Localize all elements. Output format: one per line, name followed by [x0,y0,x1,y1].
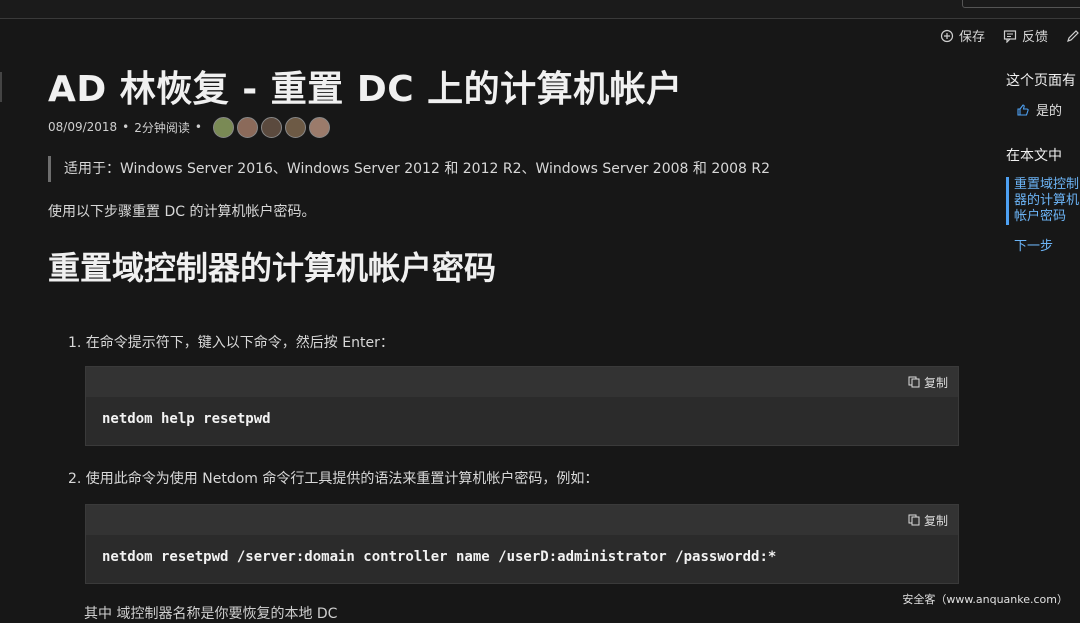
step-1-text: 1. 在命令提示符下，键入以下命令，然后按 Enter： [68,335,394,351]
avatar[interactable] [284,116,306,138]
article-date: 08/09/2018 [48,120,118,134]
avatar[interactable] [212,116,234,138]
code-block-2: 复制 netdom resetpwd /server:domain contro… [85,504,959,584]
code-block-1: 复制 netdom help resetpwd [85,366,959,446]
thumbs-up-icon [1017,103,1029,116]
toc-heading: 在本文中 [1006,148,1062,164]
add-circle-icon [940,29,954,42]
feedback-label: 反馈 [1021,30,1048,45]
copy-button[interactable]: 复制 [908,512,948,529]
code-header: 复制 [86,367,958,397]
toc-item-reset[interactable]: 重置域控制器的计算机帐户密码 [1006,177,1080,225]
search-field[interactable] [962,0,1080,8]
code-text[interactable]: netdom help resetpwd [86,397,958,445]
save-button[interactable]: 保存 [940,26,985,45]
top-bar [0,0,1080,19]
meta-separator: • [122,120,130,134]
section-heading: 重置域控制器的计算机帐户密码 [48,249,497,287]
feedback-question: 这个页面有 [1006,73,1076,89]
copy-icon [908,514,920,526]
copy-label: 复制 [923,375,948,390]
yes-button[interactable]: 是的 [1006,100,1080,119]
left-edge-marker [0,72,2,102]
avatar[interactable] [260,116,282,138]
copy-button[interactable]: 复制 [908,374,948,391]
code-text[interactable]: netdom resetpwd /server:domain controlle… [86,535,958,583]
cut-off-text: 其中 域控制器名称是你要恢复的本地 DC [84,606,338,622]
feedback-icon [1003,29,1017,43]
edit-button[interactable] [1066,26,1080,45]
article-meta: 08/09/2018 • 2分钟阅读 • [48,116,960,138]
applies-to-note: 适用于：Windows Server 2016、Windows Server 2… [48,156,960,182]
right-sidebar: 这个页面有 是的 在本文中 重置域控制器的计算机帐户密码 下一步 [1006,70,1080,254]
toc-item-next[interactable]: 下一步 [1006,235,1080,254]
meta-separator: • [194,120,202,134]
copy-icon [908,376,920,388]
contributors [212,116,330,138]
watermark: 安全客（www.anquanke.com） [902,593,1068,606]
read-time: 2分钟阅读 [134,120,190,135]
code-header: 复制 [86,505,958,535]
intro-paragraph: 使用以下步骤重置 DC 的计算机帐户密码。 [48,204,316,220]
avatar[interactable] [308,116,330,138]
page-actions: 保存 反馈 [940,26,1080,45]
edit-icon [1067,29,1079,42]
yes-label: 是的 [1036,104,1063,119]
feedback-button[interactable]: 反馈 [1003,26,1048,45]
save-label: 保存 [958,30,985,45]
avatar[interactable] [236,116,258,138]
copy-label: 复制 [923,513,948,528]
page-title: AD 林恢复 - 重置 DC 上的计算机帐户 [48,69,683,110]
step-2-text: 2. 使用此命令为使用 Netdom 命令行工具提供的语法来重置计算机帐户密码，… [68,471,599,487]
article-main: AD 林恢复 - 重置 DC 上的计算机帐户 08/09/2018 • 2分钟阅… [48,60,960,292]
